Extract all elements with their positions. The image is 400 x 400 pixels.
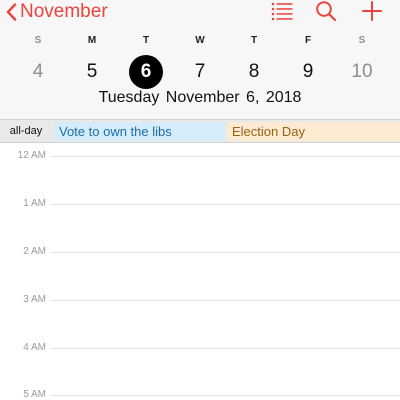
hour-label: 4 AM bbox=[23, 342, 46, 353]
hour-divider bbox=[52, 395, 400, 396]
day-number[interactable]: 9 bbox=[291, 55, 325, 89]
search-icon[interactable] bbox=[315, 0, 337, 22]
weekday-letter: M bbox=[87, 35, 97, 46]
hour-divider bbox=[52, 300, 400, 301]
day-number[interactable]: 4 bbox=[21, 55, 55, 89]
weekday-letter: S bbox=[358, 35, 366, 46]
week-strip: S M T W T F S 4 5 6 7 8 9 10 Tuesday Nov… bbox=[0, 26, 400, 119]
all-day-label: all-day bbox=[9, 125, 43, 137]
hour-row: 5 AM bbox=[0, 388, 400, 400]
hour-divider bbox=[52, 156, 400, 157]
weekday-letter: T bbox=[250, 35, 258, 46]
hour-divider bbox=[52, 204, 400, 205]
selected-date-title: Tuesday November 6, 2018 bbox=[0, 89, 400, 107]
all-day-event[interactable]: Vote to own the libs bbox=[54, 122, 225, 141]
hour-label: 2 AM bbox=[23, 246, 46, 257]
back-to-month-button[interactable]: November bbox=[6, 0, 108, 24]
day-number-selected[interactable]: 6 bbox=[129, 55, 163, 89]
hour-row: 2 AM bbox=[0, 245, 400, 259]
selected-date: November 6, 2018 bbox=[165, 89, 302, 106]
hour-row: 3 AM bbox=[0, 293, 400, 307]
all-day-event[interactable]: Election Day bbox=[227, 122, 400, 141]
hour-row: 1 AM bbox=[0, 197, 400, 211]
hour-label: 1 AM bbox=[23, 198, 46, 209]
hour-divider bbox=[52, 252, 400, 253]
weekday-letter: T bbox=[142, 35, 150, 46]
hour-label: 12 AM bbox=[17, 150, 46, 161]
day-number[interactable]: 5 bbox=[75, 55, 109, 89]
hour-label: 5 AM bbox=[23, 389, 46, 400]
day-number[interactable]: 7 bbox=[183, 55, 217, 89]
weekday-letter: W bbox=[195, 35, 205, 46]
hour-divider bbox=[52, 348, 400, 349]
all-day-row: all-day Vote to own the libs Election Da… bbox=[0, 119, 400, 143]
list-icon[interactable] bbox=[270, 0, 294, 22]
day-number[interactable]: 8 bbox=[237, 55, 271, 89]
calendar-day-view: November S M T W T F S 4 5 6 7 8 9 10 Tu… bbox=[0, 0, 400, 400]
day-number[interactable]: 10 bbox=[345, 55, 379, 89]
hour-label: 3 AM bbox=[23, 294, 46, 305]
nav-bar: November bbox=[0, 0, 400, 26]
selected-weekday: Tuesday bbox=[98, 89, 160, 106]
back-label: November bbox=[20, 1, 108, 22]
day-timeline[interactable]: 12 AM 1 AM 2 AM 3 AM 4 AM 5 AM bbox=[0, 143, 400, 400]
weekday-letter: F bbox=[304, 35, 312, 46]
chevron-left-icon bbox=[6, 3, 17, 21]
hour-row: 4 AM bbox=[0, 341, 400, 355]
hour-row: 12 AM bbox=[0, 149, 400, 163]
add-icon[interactable] bbox=[361, 0, 383, 22]
weekday-letter: S bbox=[34, 35, 42, 46]
